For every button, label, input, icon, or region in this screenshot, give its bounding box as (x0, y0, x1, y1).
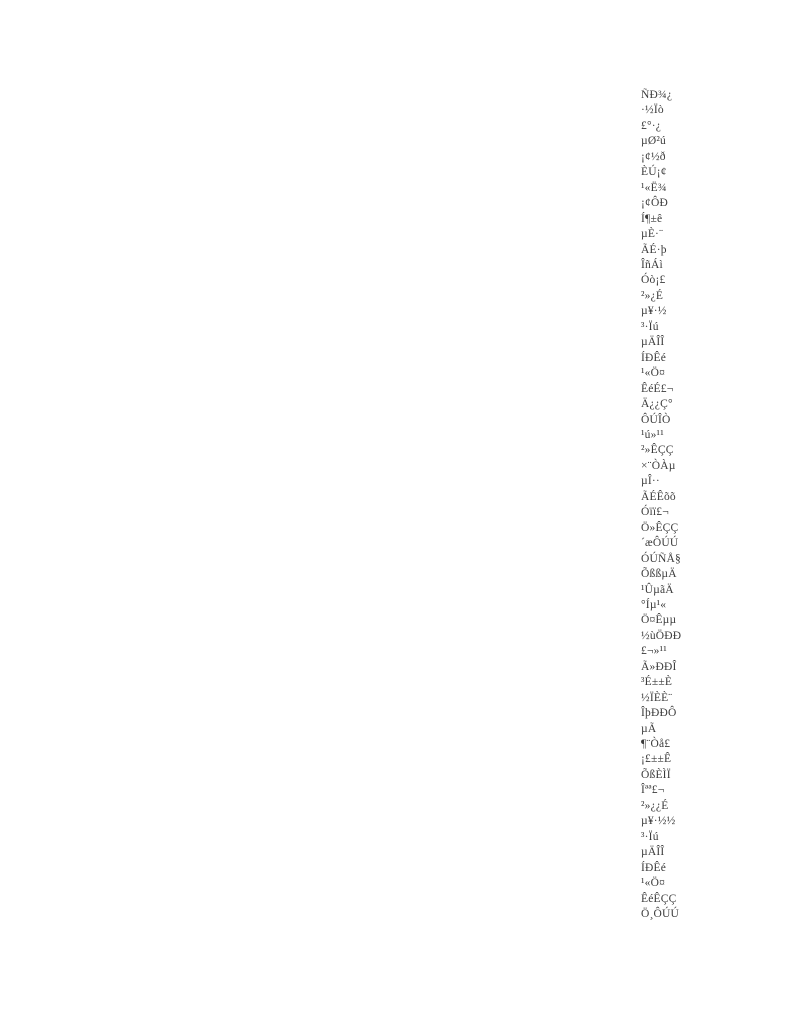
text-line: Óò¡£ (641, 274, 666, 287)
text-line: µ¥·½ (641, 305, 667, 318)
text-line: µÄÎÎ (641, 846, 665, 859)
text-line: °Íµ¹« (641, 598, 667, 611)
text-line: ¡£±±Ê (641, 753, 672, 766)
text-line: ÍÐÊé (641, 861, 667, 874)
text-line: ×¨ÒÀµ (641, 459, 676, 472)
text-line: ³·Ïú (641, 320, 659, 333)
text-line: ³É±±È (641, 676, 673, 689)
text-line: ³·Ïú (641, 830, 659, 843)
text-line: µÈ·¨ (641, 228, 664, 241)
text-line: ¡¢ÔÐ (641, 197, 668, 210)
text-line: ÈÚ¡¢ (641, 166, 667, 179)
text-line: µÎ·· (641, 475, 660, 488)
text-line: ¹«Ö¤ (641, 877, 666, 890)
text-line: ÎþÐÐÔ (641, 707, 677, 720)
text-line: ÍÐÊé (641, 351, 667, 364)
mojibake-text-column: ÑÐ¾¿ ·½Ïò £°·¿ µØ²ú ¡¢½ð ÈÚ¡¢ ¹«Ë¾ ¡¢ÔÐ Í¶±ê µÈ·¨… (641, 88, 761, 922)
text-line: ÃÉÊõõ (641, 490, 676, 503)
text-line: ¡¢½ð (641, 150, 666, 163)
text-line: ´æÔÚÚ (641, 537, 679, 550)
text-line: ¹ÛµãÄ (641, 583, 674, 596)
text-line: ÔÚÎÒ (641, 413, 671, 426)
text-line: Ö»ÊÇÇ (641, 521, 679, 534)
text-line: µÃ (641, 722, 657, 735)
text-line: Ö¤Êµµ (641, 614, 677, 627)
text-line: ·½Ïò (641, 104, 664, 117)
text-line: ÊéÊÇÇ (641, 892, 677, 905)
text-line: £¬»¹¹ (641, 645, 667, 658)
text-line: Ã»ÐÐÎ (641, 660, 677, 673)
text-line: ²»¿É (641, 289, 664, 302)
text-line: ¹ú»¹¹ (641, 428, 664, 441)
text-line: µ¥·½½ (641, 815, 676, 828)
text-line: ÑÐ¾¿ (641, 89, 673, 101)
text-line: Ö¸ÔÚÚ (641, 908, 680, 921)
text-line: Óïï£¬ (641, 506, 669, 519)
text-line: µÄÎÎ (641, 336, 665, 349)
text-line: ÓÚÑÅ§ (641, 552, 681, 565)
text-line: ÕßÈÌÏ (641, 768, 671, 781)
text-line: ÃÉ·þ (641, 243, 667, 256)
text-line: ¹«Ö¤ (641, 367, 666, 380)
text-line: Ä¿¿Ç° (641, 398, 673, 411)
text-line: £°·¿ (641, 119, 662, 132)
text-line: ¹«Ë¾ (641, 181, 667, 194)
text-line: Í¶±ê (641, 212, 663, 225)
text-line: µØ²ú (641, 135, 666, 148)
text-line: ½ÏÈÈ¨ (641, 691, 673, 704)
text-line: ½ùÖÐÐ (641, 629, 682, 642)
text-line: Îªª£¬ (641, 784, 665, 797)
text-line: ²»ÊÇÇ (641, 444, 674, 457)
document-page: ÑÐ¾¿ ·½Ïò £°·¿ µØ²ú ¡¢½ð ÈÚ¡¢ ¹«Ë¾ ¡¢ÔÐ Í¶±ê µÈ·¨… (0, 0, 800, 1036)
text-line: ÊéÉ£¬ (641, 382, 674, 395)
text-line: ¶¨Òå£ (641, 738, 671, 751)
text-line: ²»¿¿É (641, 799, 669, 812)
text-line: ÎñÁì (641, 258, 663, 271)
text-line: ÕßßµÄ (641, 568, 677, 581)
